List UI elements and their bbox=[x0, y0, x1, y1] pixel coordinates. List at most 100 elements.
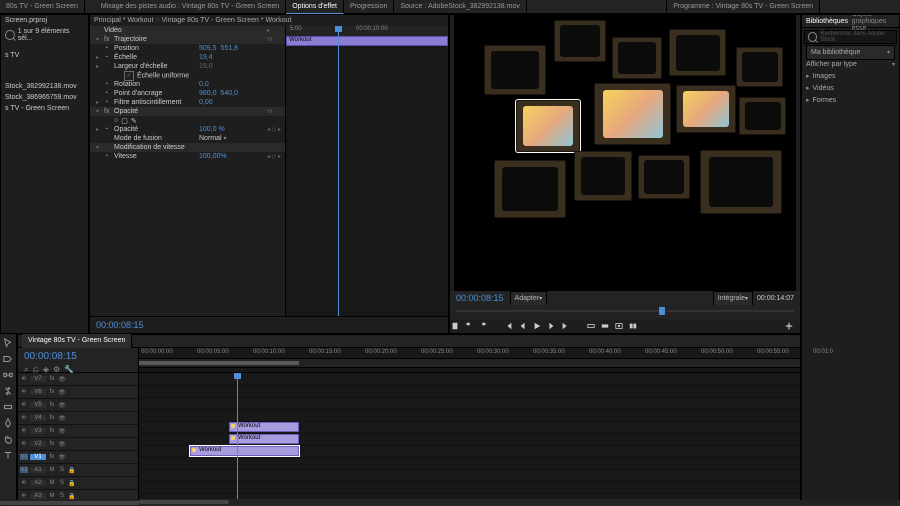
stopwatch-icon[interactable]: ◔ bbox=[104, 153, 114, 160]
value-speed[interactable]: 100,00% bbox=[199, 153, 267, 160]
tab-audio-mixer[interactable]: Mixage des pistes audio : Vintage 80s TV… bbox=[95, 0, 286, 14]
program-playhead-marker[interactable] bbox=[659, 307, 665, 315]
track-header-a1[interactable]: A1A1MS🔒 bbox=[18, 464, 138, 477]
fx-toggle-icon[interactable]: fx bbox=[104, 108, 114, 115]
effect-playhead[interactable] bbox=[338, 26, 339, 316]
track-target-icon[interactable]: ⎆ bbox=[20, 376, 28, 383]
clip-workout[interactable]: Workout bbox=[229, 422, 299, 432]
track-header-v2[interactable]: ⎆V2fx👁 bbox=[18, 438, 138, 451]
razor-tool-icon[interactable] bbox=[3, 386, 13, 398]
button-editor-button[interactable] bbox=[784, 321, 794, 331]
stopwatch-icon[interactable]: ◔ bbox=[104, 126, 114, 133]
track-header-v4[interactable]: ⎆V4fx👁 bbox=[18, 412, 138, 425]
track-header-v3[interactable]: ⎆V3fx👁 bbox=[18, 425, 138, 438]
value-rotation[interactable]: 0,0 bbox=[199, 81, 267, 88]
value-antiflicker[interactable]: 0,00 bbox=[199, 99, 267, 106]
add-marker-button[interactable] bbox=[450, 321, 460, 331]
stopwatch-icon[interactable]: ◔ bbox=[104, 90, 114, 97]
project-item[interactable]: Stock_382992138.mov bbox=[1, 81, 88, 92]
tab-progression[interactable]: Progression bbox=[344, 0, 394, 14]
fx-toggle-icon[interactable]: fx bbox=[104, 36, 114, 43]
value-blend-mode[interactable]: Normal ▾ bbox=[199, 135, 267, 142]
eye-icon[interactable]: 👁 bbox=[58, 376, 66, 383]
step-forward-button[interactable] bbox=[546, 321, 556, 331]
effect-timeline[interactable]: 5:00 00:00;10:00 Workout bbox=[286, 26, 448, 316]
project-item[interactable]: s TV - Green Screen bbox=[1, 103, 88, 114]
lib-group[interactable]: ▸Images bbox=[802, 70, 899, 82]
extract-button[interactable] bbox=[600, 321, 610, 331]
lock-icon[interactable]: 🔒 bbox=[68, 467, 76, 474]
track-select-tool-icon[interactable] bbox=[3, 354, 13, 366]
lib-group[interactable]: ▸Formes bbox=[802, 94, 899, 106]
mark-in-button[interactable] bbox=[464, 321, 474, 331]
keyframe-nav[interactable]: ◂ ◇ ▸ bbox=[267, 153, 285, 160]
solo-icon[interactable]: S bbox=[58, 467, 66, 473]
track-header-v6[interactable]: ⎆V6fx👁 bbox=[18, 386, 138, 399]
tab-program[interactable]: Programme : Vintage 80s TV - Green Scree… bbox=[666, 0, 820, 14]
keyframe-nav[interactable]: ◂ ◇ ▸ bbox=[267, 126, 285, 133]
library-dropdown[interactable]: Ma bibliothèque▾ bbox=[806, 45, 895, 60]
tab-essential-graphics[interactable]: Objets graphiques esse bbox=[852, 14, 895, 32]
step-back-button[interactable] bbox=[518, 321, 528, 331]
section-motion[interactable]: Trajectoire bbox=[114, 36, 267, 43]
export-frame-button[interactable] bbox=[614, 321, 624, 331]
stopwatch-icon[interactable]: ◔ bbox=[104, 54, 114, 61]
hand-tool-icon[interactable] bbox=[3, 434, 13, 446]
section-video[interactable]: Vidéo bbox=[104, 27, 267, 34]
stock-search-input[interactable]: Rechercher dans Adobe Stock bbox=[804, 30, 897, 44]
program-viewport[interactable] bbox=[454, 15, 796, 291]
timeline-scrollbar[interactable] bbox=[139, 499, 800, 505]
tab-effect-controls[interactable]: Options d'effet bbox=[286, 0, 344, 14]
uniform-scale-checkbox[interactable]: ✓ bbox=[124, 71, 134, 81]
track-header-v1[interactable]: V1V1fx👁 bbox=[18, 451, 138, 464]
program-timecode[interactable]: 00:00:08:15 bbox=[456, 293, 504, 303]
go-to-in-button[interactable] bbox=[504, 321, 514, 331]
mute-icon[interactable]: M bbox=[48, 467, 56, 473]
work-area-bar[interactable] bbox=[139, 359, 800, 368]
go-to-out-button[interactable] bbox=[560, 321, 570, 331]
tab-source-clip[interactable]: Source : AdobeStock_382992138.mov bbox=[394, 0, 526, 14]
rect-mask-icon[interactable]: ▢ bbox=[121, 117, 128, 125]
type-tool-icon[interactable] bbox=[3, 450, 13, 462]
sequence-tab[interactable]: Vintage 80s TV - Green Screen bbox=[22, 334, 132, 349]
pen-mask-icon[interactable]: ✎ bbox=[131, 117, 137, 125]
ellipse-mask-icon[interactable]: ○ bbox=[114, 117, 118, 125]
clip-workout[interactable]: Workout bbox=[190, 446, 299, 456]
effect-clip-bar[interactable]: Workout bbox=[286, 36, 448, 46]
track-header-a2[interactable]: ⎆A2MS🔒 bbox=[18, 477, 138, 490]
value-anchor[interactable]: 960,0 540,0 bbox=[199, 90, 267, 97]
lib-group[interactable]: ▸Vidéos bbox=[802, 82, 899, 94]
timeline-playhead[interactable] bbox=[237, 373, 238, 505]
project-item[interactable]: Stock_386965759.mov bbox=[1, 92, 88, 103]
mask-tools[interactable]: ○▢✎ bbox=[114, 117, 285, 125]
zoom-dropdown[interactable]: Adapter▾ bbox=[510, 291, 548, 306]
stopwatch-icon[interactable]: ◔ bbox=[104, 45, 114, 52]
chevron-down-icon[interactable]: ▾ bbox=[892, 61, 895, 68]
stopwatch-icon[interactable]: ◔ bbox=[104, 81, 114, 88]
sequence-timecode[interactable]: 00:00:08:15 bbox=[18, 348, 138, 365]
slip-tool-icon[interactable] bbox=[3, 402, 13, 414]
value-opacity[interactable]: 100,0 % bbox=[199, 126, 267, 133]
ripple-edit-tool-icon[interactable] bbox=[3, 370, 13, 382]
timeline-ruler[interactable]: 00:00:00:00 00:00:05:00 00:00:10:00 00:0… bbox=[139, 348, 800, 359]
clip-workout[interactable]: Workout bbox=[229, 434, 299, 444]
effect-timecode[interactable]: 00:00:08:15 bbox=[90, 317, 150, 333]
lift-button[interactable] bbox=[586, 321, 596, 331]
selection-tool-icon[interactable] bbox=[3, 338, 13, 350]
section-opacity[interactable]: Opacité bbox=[114, 108, 267, 115]
section-time-remap[interactable]: Modification de vitesse bbox=[114, 144, 285, 151]
resolution-dropdown[interactable]: Intégrale▾ bbox=[713, 291, 753, 306]
track-header-v7[interactable]: ⎆V7fx👁 bbox=[18, 373, 138, 386]
track-header-v5[interactable]: ⎆V5fx👁 bbox=[18, 399, 138, 412]
project-item[interactable]: s TV bbox=[1, 50, 88, 61]
search-icon[interactable] bbox=[5, 30, 15, 40]
comparison-view-button[interactable] bbox=[628, 321, 638, 331]
tab-libraries[interactable]: Bibliothèques bbox=[806, 18, 848, 25]
pen-tool-icon[interactable] bbox=[3, 418, 13, 430]
play-button[interactable] bbox=[532, 321, 542, 331]
mark-out-button[interactable] bbox=[478, 321, 488, 331]
program-scrubber[interactable] bbox=[456, 305, 794, 317]
fx-icon[interactable]: fx bbox=[48, 376, 56, 382]
timeline-tracks-area[interactable]: Workout Workout Workout bbox=[139, 373, 800, 505]
value-scale[interactable]: 19,4 bbox=[199, 54, 267, 61]
